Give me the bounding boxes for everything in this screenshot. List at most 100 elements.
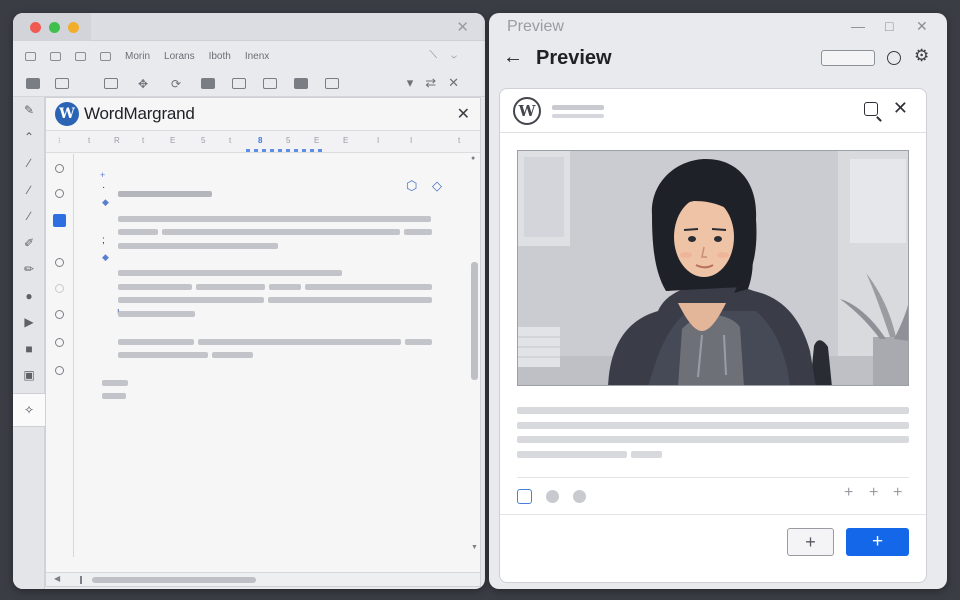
radio-option[interactable] bbox=[546, 490, 559, 503]
ruler-tick: ⁝ bbox=[58, 136, 61, 145]
text-line bbox=[517, 422, 909, 429]
image-icon[interactable] bbox=[104, 78, 118, 89]
document-header: W WordMargrand ✕ bbox=[46, 98, 480, 131]
window-controls bbox=[13, 13, 91, 41]
horizontal-scrollbar[interactable]: ◀ bbox=[46, 572, 480, 586]
scroll-up-icon[interactable]: ● bbox=[471, 155, 475, 162]
minimize-icon[interactable]: — bbox=[851, 18, 865, 34]
pencil-icon[interactable]: ✏ bbox=[13, 256, 45, 283]
move-icon[interactable]: ✥ bbox=[135, 77, 151, 91]
gutter-marker[interactable] bbox=[55, 366, 64, 375]
menu-item-inenx[interactable]: Inenx bbox=[245, 51, 269, 62]
text-line bbox=[118, 297, 264, 303]
sparkle-icon[interactable]: ✧ bbox=[13, 392, 45, 427]
checkbox[interactable] bbox=[517, 489, 532, 504]
text-line bbox=[269, 284, 301, 290]
chevron-up-icon[interactable]: ⌃ bbox=[13, 124, 45, 151]
menu-item-lorans[interactable]: Lorans bbox=[164, 51, 195, 62]
text-line bbox=[118, 229, 158, 235]
text-line bbox=[198, 339, 401, 345]
editor-title-bar: ✕ bbox=[13, 13, 485, 41]
toolbar-right-icons[interactable]: ▾⇄✕ bbox=[407, 75, 471, 91]
search-icon[interactable] bbox=[864, 102, 878, 116]
square-outline-icon[interactable]: ▣ bbox=[13, 362, 45, 389]
text-line bbox=[517, 407, 909, 414]
ruler-tick: 5 bbox=[201, 136, 206, 145]
line-tool-icon[interactable]: ∕ bbox=[13, 177, 45, 204]
add-block-icon[interactable]: + bbox=[100, 170, 105, 180]
scroll-thumb[interactable] bbox=[471, 262, 478, 380]
ruler-tick: t bbox=[458, 136, 461, 145]
cursor-dot: · bbox=[102, 182, 106, 193]
user-icon[interactable]: ● bbox=[13, 283, 45, 310]
circle-icon[interactable] bbox=[887, 51, 901, 65]
text-line bbox=[102, 393, 126, 399]
text-line bbox=[118, 352, 208, 358]
minimize-window-button[interactable] bbox=[68, 22, 79, 33]
close-icon[interactable]: ✕ bbox=[893, 98, 908, 119]
toolbar: ✥ ⟳ ▾⇄✕ bbox=[13, 71, 485, 97]
device-toggle[interactable] bbox=[821, 50, 875, 66]
chevron-down-icon[interactable]: ⟍⌄ bbox=[429, 49, 471, 62]
site-title-placeholder bbox=[552, 105, 604, 110]
radio-option[interactable] bbox=[573, 490, 586, 503]
maximize-icon[interactable]: □ bbox=[885, 18, 893, 34]
square-icon[interactable]: ■ bbox=[13, 336, 45, 363]
gutter-marker[interactable] bbox=[55, 310, 64, 319]
ruler-selection bbox=[246, 149, 326, 152]
scroll-thumb[interactable] bbox=[92, 577, 256, 583]
scroll-down-icon[interactable]: ▼ bbox=[471, 544, 478, 551]
hexagon-icon[interactable]: ⬡ bbox=[406, 178, 417, 194]
primary-add-button[interactable]: + bbox=[846, 528, 909, 556]
rotate-icon[interactable]: ⟳ bbox=[168, 77, 184, 91]
page-title: Preview bbox=[536, 47, 612, 69]
cursor-dot: ; bbox=[102, 235, 105, 246]
window-icon[interactable] bbox=[100, 51, 111, 61]
gear-icon[interactable]: ⚙ bbox=[914, 46, 929, 66]
add-icon[interactable]: + bbox=[869, 484, 878, 502]
vertical-scrollbar[interactable]: ● ▼ bbox=[470, 154, 480, 557]
brush-icon[interactable]: ✐ bbox=[13, 230, 45, 257]
gutter-marker[interactable] bbox=[55, 189, 64, 198]
scroll-marker bbox=[80, 576, 82, 584]
export-icon[interactable] bbox=[263, 78, 277, 89]
save-icon[interactable] bbox=[294, 78, 308, 89]
block-handle-icon[interactable]: ◆ bbox=[102, 197, 109, 208]
maximize-window-button[interactable] bbox=[49, 22, 60, 33]
line-tool-icon[interactable]: ∕ bbox=[13, 150, 45, 177]
back-arrow-icon[interactable]: ← bbox=[503, 46, 523, 69]
gutter-marker-selected[interactable] bbox=[53, 214, 66, 227]
diamond-icon[interactable]: ◇ bbox=[432, 178, 442, 194]
add-icon[interactable]: + bbox=[893, 484, 902, 502]
secondary-add-button[interactable]: + bbox=[787, 528, 834, 556]
text-line bbox=[118, 284, 192, 290]
ruler-tick: 5 bbox=[286, 136, 291, 145]
pen-tool-icon[interactable]: ✎ bbox=[13, 97, 45, 124]
ruler-indent-marker[interactable]: 8 bbox=[258, 136, 262, 145]
scroll-left-icon[interactable]: ◀ bbox=[54, 574, 60, 583]
line-gutter bbox=[46, 154, 74, 557]
play-icon[interactable]: ▶ bbox=[13, 309, 45, 336]
close-icon[interactable]: ✕ bbox=[456, 18, 469, 36]
menu-item-morin[interactable]: Morin bbox=[125, 51, 150, 62]
window-icon[interactable] bbox=[325, 78, 339, 89]
gutter-marker[interactable] bbox=[55, 338, 64, 347]
gutter-marker[interactable] bbox=[55, 284, 64, 293]
close-icon[interactable]: ✕ bbox=[916, 18, 928, 35]
folder-icon[interactable] bbox=[50, 51, 61, 61]
add-icon[interactable]: + bbox=[844, 484, 853, 502]
file-icon[interactable] bbox=[25, 51, 36, 61]
screen-icon[interactable] bbox=[201, 78, 215, 89]
save-icon[interactable] bbox=[75, 51, 86, 61]
preview-card: W ✕ + + + + + bbox=[499, 88, 927, 583]
block-handle-icon[interactable]: ◆ bbox=[102, 252, 109, 263]
folder-icon[interactable] bbox=[55, 78, 69, 89]
close-window-button[interactable] bbox=[30, 22, 41, 33]
print-icon[interactable] bbox=[232, 78, 246, 89]
gutter-marker[interactable] bbox=[55, 258, 64, 267]
line-tool-icon[interactable]: ∕ bbox=[13, 203, 45, 230]
gutter-marker[interactable] bbox=[55, 164, 64, 173]
menu-item-iboth[interactable]: Iboth bbox=[209, 51, 231, 62]
close-icon[interactable]: ✕ bbox=[457, 104, 470, 124]
list-icon[interactable] bbox=[26, 78, 40, 89]
